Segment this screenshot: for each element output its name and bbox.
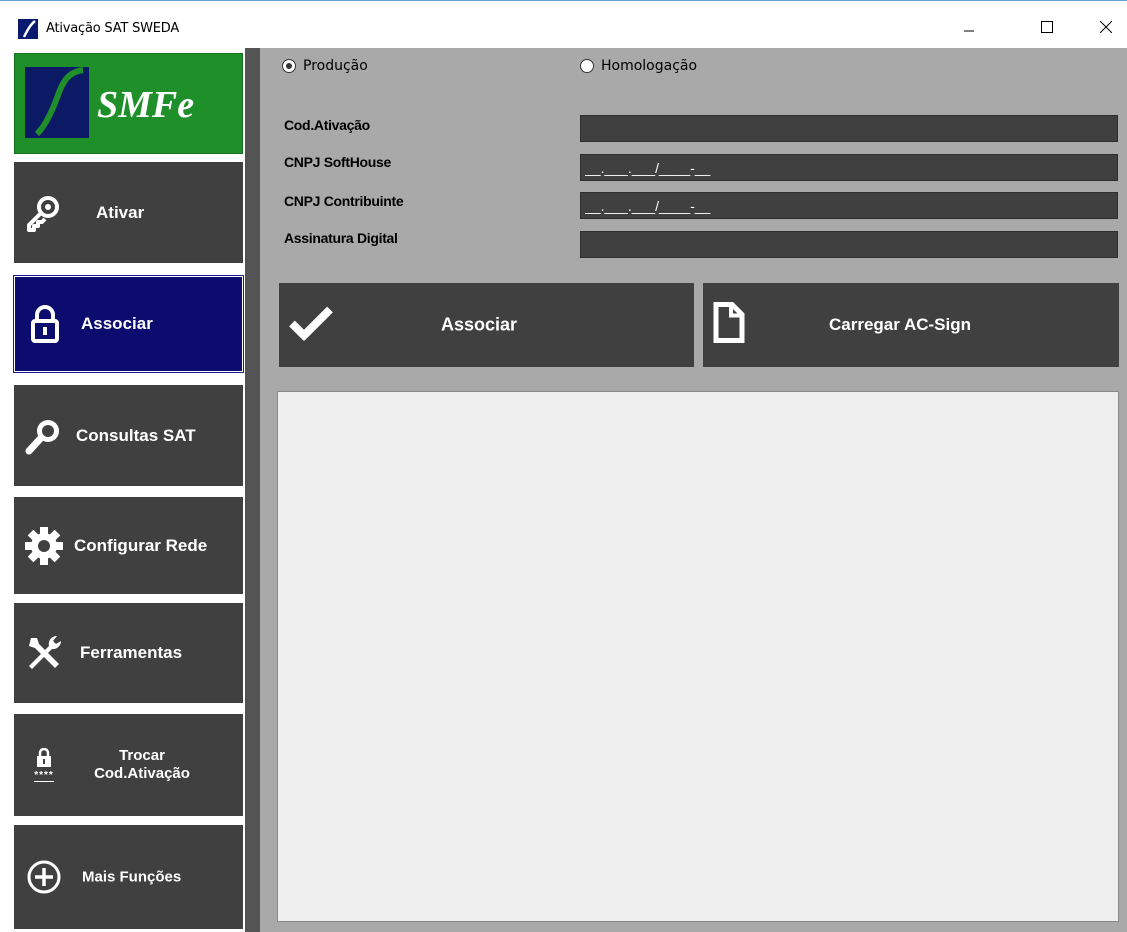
cod-ativacao-label: Cod.Ativação — [284, 117, 370, 133]
cnpj-contribuinte-label: CNPJ Contribuinte — [284, 193, 404, 209]
password-mask: **** — [34, 770, 54, 782]
sidebar-item-mais-funcoes[interactable]: Mais Funções — [14, 825, 243, 929]
maximize-icon — [1041, 21, 1053, 33]
window-title: Ativação SAT SWEDA — [46, 21, 180, 36]
close-icon — [1100, 21, 1112, 33]
assinatura-digital-label: Assinatura Digital — [284, 230, 398, 246]
cod-ativacao-field[interactable] — [580, 115, 1118, 142]
sidebar-item-label-line2: Cod.Ativação — [94, 765, 190, 782]
smfe-logo: SMFe — [14, 53, 243, 154]
minimize-button[interactable] — [946, 9, 992, 45]
title-bar: Ativação SAT SWEDA — [0, 0, 1127, 48]
output-log-panel[interactable] — [277, 391, 1119, 922]
close-button[interactable] — [1083, 9, 1127, 45]
radio-indicator[interactable] — [282, 59, 296, 73]
cnpj-softhouse-label: CNPJ SoftHouse — [284, 154, 392, 170]
sidebar-item-label: Associar — [81, 314, 153, 333]
radio-indicator[interactable] — [580, 59, 594, 73]
lock-password-icon: **** — [22, 743, 66, 787]
radio-label: Produção — [303, 58, 368, 74]
sidebar-item-trocar-cod-ativacao[interactable]: **** Trocar Cod.Ativação — [14, 714, 243, 816]
sidebar-item-ativar[interactable]: Ativar — [14, 162, 243, 263]
tools-icon — [22, 631, 66, 675]
sidebar-item-label: Ferramentas — [80, 643, 183, 662]
minimize-icon — [964, 30, 974, 32]
padlock-icon — [23, 302, 67, 346]
checkmark-icon — [289, 305, 333, 346]
sidebar-item-label: Mais Funções — [82, 868, 182, 886]
sidebar-item-configurar-rede[interactable]: Configurar Rede — [14, 497, 243, 594]
sidebar-divider — [245, 48, 260, 932]
logo-text: SMFe — [97, 84, 194, 126]
sidebar-item-label: Configurar Rede — [74, 535, 208, 555]
cnpj-contribuinte-field[interactable] — [580, 192, 1118, 219]
sidebar-item-label-line1: Trocar — [119, 747, 165, 764]
sidebar-item-label: Ativar — [96, 202, 145, 222]
cnpj-softhouse-field[interactable] — [580, 154, 1118, 181]
radio-label: Homologação — [601, 58, 698, 74]
gear-icon — [22, 524, 66, 568]
smfe-logo-graphic: SMFe — [25, 67, 194, 138]
sidebar-item-consultas-sat[interactable]: Consultas SAT — [14, 385, 243, 486]
sidebar-item-ferramentas[interactable]: Ferramentas — [14, 603, 243, 703]
sweda-logo-icon — [18, 19, 38, 39]
assinatura-digital-field[interactable] — [580, 231, 1118, 258]
radio-homologacao[interactable]: Homologação — [580, 58, 697, 74]
sidebar-item-associar[interactable]: Associar — [13, 275, 244, 373]
magnifier-icon — [22, 414, 66, 458]
key-icon — [22, 191, 66, 235]
carregar-ac-sign-label: Carregar AC-Sign — [829, 315, 972, 334]
associar-button[interactable]: Associar — [279, 283, 694, 367]
associar-button-label: Associar — [441, 314, 518, 335]
maximize-button[interactable] — [1024, 9, 1070, 45]
carregar-ac-sign-button[interactable]: Carregar AC-Sign — [703, 283, 1119, 367]
document-icon — [713, 302, 745, 349]
sidebar-item-label: Consultas SAT — [76, 425, 196, 445]
plus-circle-icon — [22, 855, 66, 899]
radio-producao[interactable]: Produção — [282, 58, 368, 74]
